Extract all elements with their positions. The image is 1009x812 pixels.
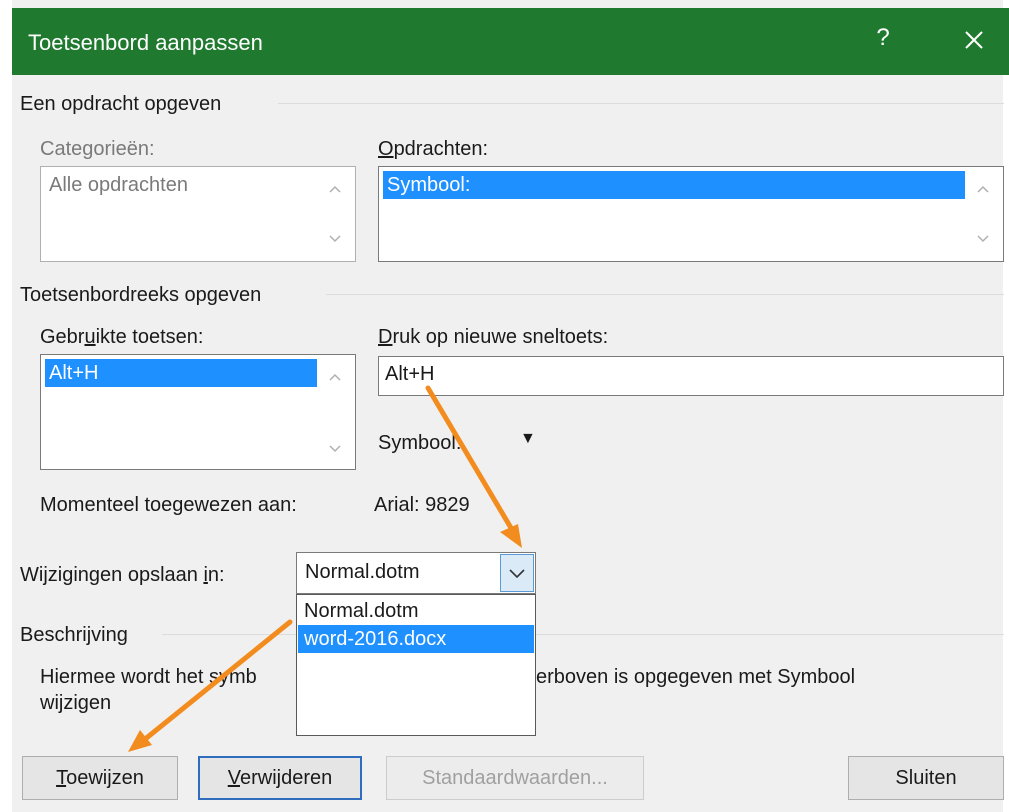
new-shortcut-input[interactable]: Alt+H [378, 356, 1004, 396]
assign-button-accesskey: T [56, 767, 67, 789]
remove-button[interactable]: Verwijderen [198, 756, 362, 800]
description-section-title: Beschrijving [20, 624, 128, 646]
chevron-down-icon[interactable] [327, 231, 343, 247]
help-button[interactable]: ? [868, 24, 898, 52]
save-in-dropdown-list[interactable]: Normal.dotm word-2016.docx [296, 594, 536, 736]
assigned-value: Arial: 9829 [374, 494, 470, 516]
symbol-value: ▼ [520, 430, 536, 447]
description-text-end: erboven is opgegeven met Symbool [536, 666, 856, 688]
list-item[interactable]: Alt+H [45, 359, 317, 387]
chevron-down-icon [509, 569, 525, 579]
chevron-down-icon[interactable] [327, 441, 343, 457]
window-edge-left [0, 0, 12, 812]
commands-label-text: pdrachten: [393, 138, 489, 160]
section-divider [326, 294, 1004, 295]
dropdown-button[interactable] [500, 554, 534, 592]
save-in-label: Wijzigingen opslaan in: [20, 564, 225, 587]
reset-button[interactable]: Standaardwaarden... [386, 756, 644, 800]
scrollbar[interactable] [315, 167, 355, 261]
description-text-line2: wijzigen [40, 692, 112, 714]
close-dialog-button[interactable]: Sluiten [848, 756, 1004, 800]
list-item[interactable]: Alle opdrachten [45, 171, 188, 199]
keys-section-title: Toetsenbordreeks opgeven [20, 284, 262, 306]
close-icon [965, 31, 983, 49]
window-edge-right [1003, 0, 1009, 812]
used-keys-listbox[interactable]: Alt+H [40, 354, 356, 470]
dropdown-option[interactable]: Normal.dotm [298, 597, 534, 625]
chevron-up-icon[interactable] [327, 369, 343, 385]
assign-button[interactable]: Toewijzen [22, 756, 178, 800]
section-divider [536, 634, 1004, 635]
new-shortcut-label-accesskey: D [378, 326, 393, 348]
commands-label-accesskey: O [378, 138, 394, 160]
used-keys-label-text: Gebr [40, 326, 85, 348]
save-in-label-text: Wijzigingen opslaan [20, 564, 204, 586]
title-bar: Toetsenbord aanpassen ? [12, 8, 1009, 75]
assigned-label: Momenteel toegewezen aan: [40, 494, 297, 516]
list-item[interactable]: Symbool: [383, 171, 965, 199]
used-keys-label-accesskey: u [84, 326, 96, 348]
scrollbar[interactable] [315, 355, 355, 469]
save-in-selected-value: Normal.dotm [305, 561, 420, 583]
chevron-up-icon[interactable] [975, 181, 991, 197]
chevron-down-icon[interactable] [975, 231, 991, 247]
new-shortcut-label-text: ruk op nieuwe sneltoets: [392, 326, 609, 348]
commands-label: Opdrachten: [378, 138, 488, 161]
dialog-title: Toetsenbord aanpassen [28, 30, 263, 55]
description-text-start: Hiermee wordt het symb [40, 666, 257, 688]
section-divider [278, 103, 1004, 104]
arrow-to-dropdown [425, 385, 522, 548]
customize-keyboard-dialog: Toetsenbord aanpassen ? Een opdracht opg… [0, 0, 1009, 812]
used-keys-label-text: ikte toetsen: [95, 326, 204, 348]
categories-listbox[interactable]: Alle opdrachten [40, 166, 356, 262]
categories-label: Categorieën: [40, 138, 155, 160]
close-button[interactable] [956, 22, 992, 58]
section-divider [162, 634, 296, 635]
scrollbar[interactable] [963, 167, 1003, 261]
used-keys-label: Gebruikte toetsen: [40, 326, 203, 349]
new-shortcut-label: Druk op nieuwe sneltoets: [378, 326, 608, 349]
commands-listbox[interactable]: Symbool: [378, 166, 1004, 262]
remove-button-accesskey: V [227, 767, 240, 789]
remove-button-label: erwijderen [239, 767, 333, 789]
symbol-label: Symbool: [378, 432, 462, 454]
chevron-up-icon[interactable] [327, 181, 343, 197]
dropdown-option[interactable]: word-2016.docx [298, 625, 534, 653]
assign-button-label: oewijzen [66, 767, 144, 789]
save-in-label-text: n: [207, 564, 225, 586]
save-in-select[interactable]: Normal.dotm [296, 552, 536, 594]
command-section-title: Een opdracht opgeven [20, 93, 222, 115]
